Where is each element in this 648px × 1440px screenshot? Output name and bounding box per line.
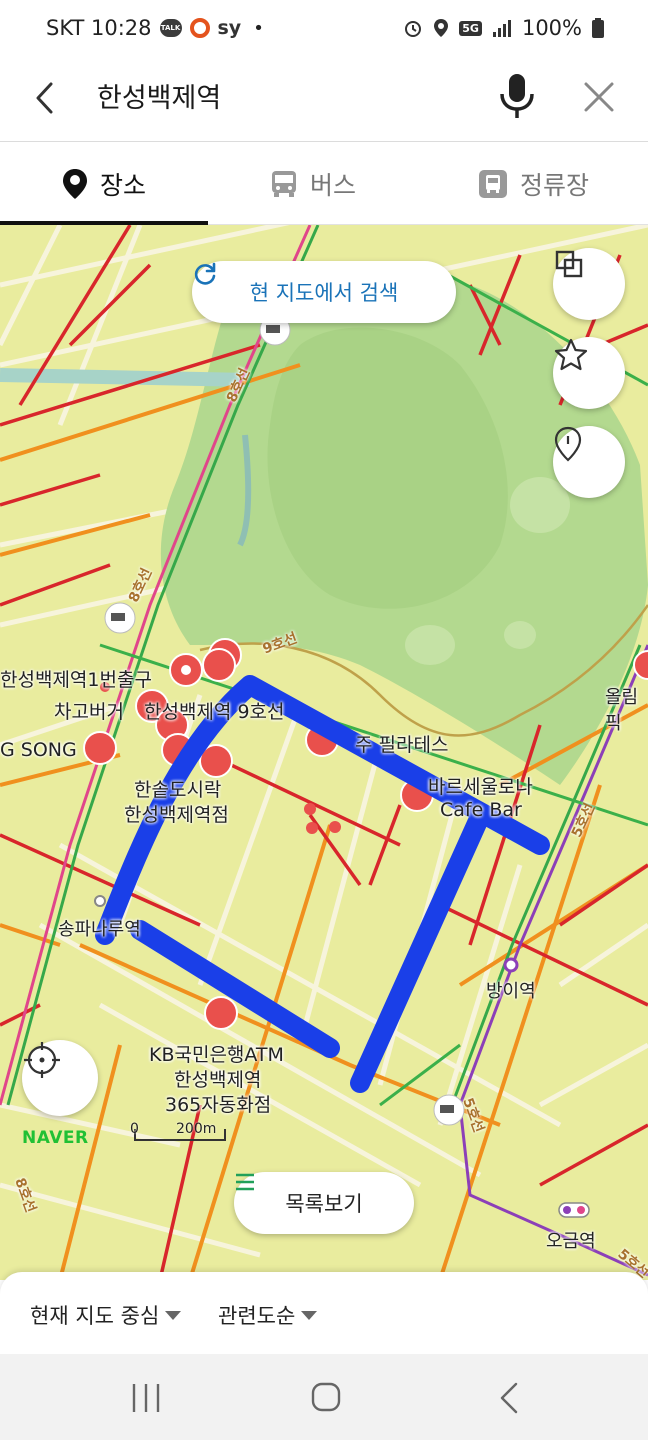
crosshair-icon [24, 1042, 60, 1078]
sort-filter-label: 관련도순 [218, 1304, 296, 1328]
list-view-label: 목록보기 [285, 1192, 363, 1216]
back-icon[interactable] [490, 1380, 530, 1416]
place-label-atm3[interactable]: 365자동화점 [165, 1090, 271, 1117]
more-notifications-dot: • [253, 17, 264, 39]
search-this-area-label: 현 지도에서 검색 [249, 281, 399, 305]
pin-button[interactable] [553, 426, 625, 498]
cctv-marker-3 [433, 1094, 465, 1126]
place-label-barcelona[interactable]: 바르세울로나 [428, 772, 533, 799]
tab-bus[interactable]: 버스 [270, 143, 356, 225]
place-label-dosirak2[interactable]: 한성백제역점 [124, 800, 229, 827]
place-pin-icon [63, 169, 87, 199]
network-type-badge: 5G [459, 20, 482, 36]
cctv-marker-2 [104, 602, 136, 634]
alarm-icon [405, 21, 422, 37]
place-label-chago[interactable]: 차고버거 [54, 697, 124, 724]
home-icon[interactable] [306, 1380, 346, 1416]
chevron-down-icon [165, 1310, 182, 1320]
tab-place-label: 장소 [100, 171, 147, 200]
search-header: 한성백제역 [0, 56, 648, 142]
app-notification-icon [189, 18, 210, 38]
map-center-filter[interactable]: 현재 지도 중심 [30, 1300, 182, 1330]
bangi-station-marker [503, 957, 519, 973]
bus-icon [272, 171, 296, 197]
microphone-icon[interactable] [495, 72, 539, 120]
recent-apps-icon[interactable] [126, 1380, 166, 1416]
station-label-songpa[interactable]: 송파나루역 [58, 915, 141, 941]
battery-icon [592, 18, 604, 38]
star-icon [554, 338, 588, 371]
place-label-dosirak[interactable]: 한솥도시락 [134, 775, 221, 802]
kakaotalk-icon: TALK [159, 19, 182, 37]
favorites-button[interactable] [553, 337, 625, 409]
status-carrier-time: SKT 10:28 [46, 16, 152, 40]
place-label-cafebar[interactable]: Cafe Bar [440, 799, 522, 821]
place-label-gsong[interactable]: G SONG [0, 739, 77, 761]
map-pin-icon [554, 426, 582, 462]
map-center-filter-label: 현재 지도 중심 [30, 1304, 160, 1328]
layers-button[interactable] [553, 248, 625, 320]
signal-icon [492, 20, 511, 37]
map-view[interactable]: 한성백제역1번출구 차고버거 한성백제역 9호선 G SONG 한솥도시락 한성… [0, 225, 648, 1280]
layers-icon [555, 250, 583, 278]
place-label-exit1[interactable]: 한성백제역1번출구 [0, 665, 152, 692]
station-label-ogeum[interactable]: 오금역 [546, 1227, 596, 1253]
bus-stop-icon [479, 170, 507, 198]
search-this-area-button[interactable]: 현 지도에서 검색 [192, 261, 456, 323]
list-view-button[interactable]: 목록보기 [234, 1172, 414, 1234]
my-location-button[interactable] [22, 1040, 98, 1116]
system-nav-bar [0, 1354, 648, 1440]
refresh-icon [194, 262, 216, 285]
location-icon [434, 19, 449, 37]
results-bottom-sheet[interactable]: 현재 지도 중심 관련도순 [0, 1272, 648, 1354]
station-label-bangi[interactable]: 방이역 [486, 977, 536, 1003]
station-label-olympic[interactable]: 올림픽 [605, 683, 648, 735]
map-canvas [0, 225, 648, 1280]
place-label-pilates[interactable]: 주 필라테스 [355, 730, 448, 757]
category-tabs: 장소 버스 정류장 [0, 143, 648, 225]
tab-bus-stop[interactable]: 정류장 [478, 143, 589, 225]
chevron-down-icon [301, 1310, 318, 1320]
scale-zero-label: 0 [130, 1121, 139, 1137]
tab-place[interactable]: 장소 [62, 143, 146, 225]
place-label-atm1[interactable]: KB국민은행ATM [149, 1040, 284, 1067]
battery-percent: 100% [521, 16, 582, 40]
naver-logo: NAVER [22, 1128, 89, 1148]
list-icon [236, 1173, 254, 1191]
close-icon[interactable] [578, 76, 620, 118]
place-label-atm2[interactable]: 한성백제역 [174, 1065, 261, 1092]
scale-value-label: 200m [176, 1121, 217, 1137]
status-bar: SKT 10:28 TALK sy • 5G 100% [0, 0, 648, 56]
back-arrow-icon[interactable] [26, 78, 66, 118]
sort-filter[interactable]: 관련도순 [218, 1300, 318, 1330]
search-input[interactable]: 한성백제역 [97, 76, 221, 115]
place-label-hanseong9[interactable]: 한성백제역 9호선 [144, 697, 285, 724]
tab-bus-stop-label: 정류장 [520, 171, 590, 200]
tab-bus-label: 버스 [310, 171, 357, 200]
sy-app-badge: sy [217, 17, 242, 39]
